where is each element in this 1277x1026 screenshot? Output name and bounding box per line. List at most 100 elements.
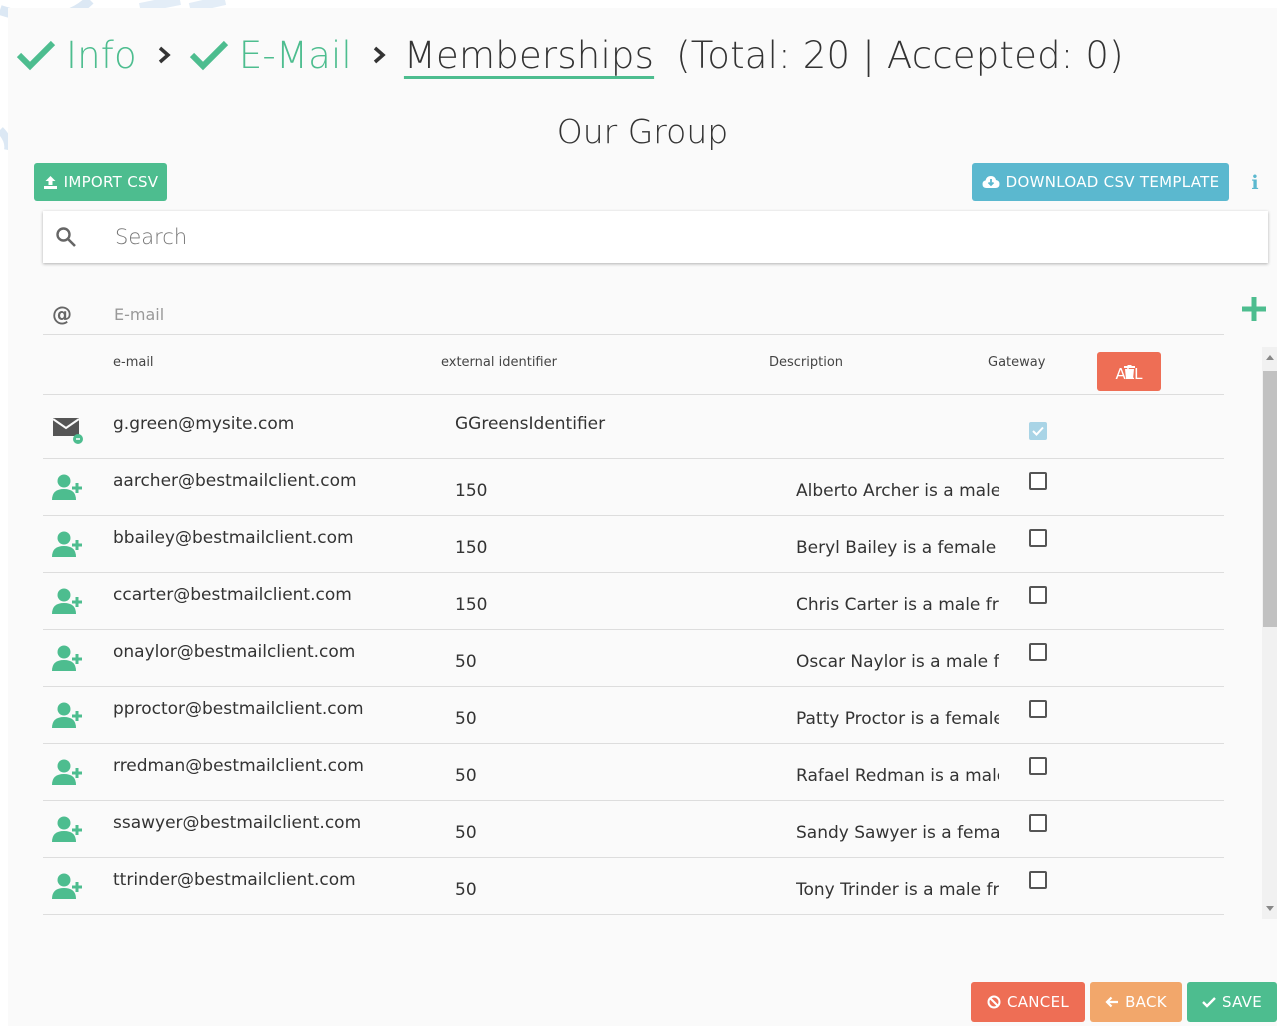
gateway-checkbox[interactable] — [1029, 757, 1047, 775]
upload-icon — [43, 175, 57, 189]
arrow-left-icon — [1105, 996, 1119, 1008]
download-csv-template-label: DOWNLOAD CSV TEMPLATE — [1005, 173, 1220, 191]
new-email-row: @ — [43, 298, 1224, 335]
add-user-icon — [52, 816, 82, 842]
search-input[interactable] — [113, 224, 1217, 250]
table-row: ssawyer@bestmailclient.com 50 Sandy Sawy… — [43, 801, 1224, 858]
member-external-identifier: 50 — [455, 880, 477, 900]
table-header: e-mail external identifier Description G… — [43, 342, 1224, 395]
cancel-button[interactable]: CANCEL — [971, 982, 1085, 1022]
member-email: ttrinder@bestmailclient.com — [113, 870, 356, 890]
gateway-checkbox[interactable] — [1029, 422, 1047, 440]
member-description: Alberto Archer is a male f — [796, 481, 999, 501]
scrollbar-thumb[interactable] — [1263, 371, 1277, 627]
import-csv-button[interactable]: IMPORT CSV — [34, 163, 167, 201]
member-email: g.green@mysite.com — [113, 414, 295, 434]
add-user-icon — [52, 702, 82, 728]
scroll-up-arrow-icon[interactable] — [1266, 355, 1274, 360]
add-user-icon — [52, 873, 82, 899]
memberships-panel: Info E-Mail Memberships (Total: 20 | Acc… — [8, 8, 1277, 1026]
breadcrumb-step-info[interactable]: Info — [16, 34, 137, 77]
member-email: ccarter@bestmailclient.com — [113, 585, 352, 605]
cancel-label: CANCEL — [1006, 993, 1070, 1011]
member-email: pproctor@bestmailclient.com — [113, 699, 364, 719]
add-user-icon — [52, 759, 82, 785]
member-description: Chris Carter is a male fror — [796, 595, 999, 615]
search-bar — [43, 211, 1268, 263]
gateway-checkbox[interactable] — [1029, 586, 1047, 604]
gateway-checkbox[interactable] — [1029, 472, 1047, 490]
member-external-identifier: 150 — [455, 481, 488, 501]
gateway-checkbox[interactable] — [1029, 529, 1047, 547]
member-external-identifier: GGreensIdentifier — [455, 414, 606, 434]
table-row: pproctor@bestmailclient.com 50 Patty Pro… — [43, 687, 1224, 744]
table-scrollbar[interactable] — [1262, 347, 1277, 919]
member-email: bbailey@bestmailclient.com — [113, 528, 354, 548]
info-icon[interactable]: i — [1247, 172, 1263, 194]
breadcrumb-step-label: E-Mail — [238, 33, 352, 77]
chevron-right-icon — [372, 45, 386, 65]
save-button[interactable]: SAVE — [1187, 982, 1277, 1022]
add-member-plus-icon[interactable] — [1241, 296, 1267, 322]
member-email: onaylor@bestmailclient.com — [113, 642, 356, 662]
gateway-checkbox[interactable] — [1029, 643, 1047, 661]
search-icon — [53, 226, 79, 248]
member-email: aarcher@bestmailclient.com — [113, 471, 357, 491]
gateway-checkbox[interactable] — [1029, 871, 1047, 889]
save-label: SAVE — [1221, 993, 1263, 1011]
table-row: rredman@bestmailclient.com 50 Rafael Red… — [43, 744, 1224, 801]
breadcrumb-step-label: Info — [66, 33, 137, 77]
table-row: aarcher@bestmailclient.com 150 Alberto A… — [43, 459, 1224, 516]
breadcrumb-current-step: Memberships — [403, 33, 655, 77]
member-email: rredman@bestmailclient.com — [113, 756, 364, 776]
breadcrumb: Info E-Mail Memberships (Total: 20 | Acc… — [16, 28, 1124, 82]
back-label: BACK — [1125, 993, 1167, 1011]
breadcrumb-step-email[interactable]: E-Mail — [189, 34, 352, 77]
member-email: ssawyer@bestmailclient.com — [113, 813, 362, 833]
gateway-checkbox[interactable] — [1029, 700, 1047, 718]
member-external-identifier: 50 — [455, 709, 477, 729]
member-description: Rafael Redman is a male — [796, 766, 999, 786]
import-csv-label: IMPORT CSV — [63, 173, 159, 191]
scroll-down-arrow-icon[interactable] — [1266, 906, 1274, 911]
add-user-icon — [52, 474, 82, 500]
membership-totals: (Total: 20 | Accepted: 0) — [676, 33, 1124, 77]
add-user-icon — [52, 588, 82, 614]
column-header-gateway: Gateway — [988, 355, 1046, 370]
table-row: ccarter@bestmailclient.com 150 Chris Car… — [43, 573, 1224, 630]
at-sign-icon: @ — [52, 302, 72, 326]
download-csv-template-button[interactable]: DOWNLOAD CSV TEMPLATE — [972, 163, 1229, 201]
table-row: bbailey@bestmailclient.com 150 Beryl Bai… — [43, 516, 1224, 573]
checkmark-icon — [189, 40, 228, 71]
checkmark-icon — [1032, 426, 1044, 436]
cloud-download-icon — [982, 176, 1000, 188]
back-button[interactable]: BACK — [1090, 982, 1182, 1022]
page-title: Our Group — [556, 112, 729, 151]
column-header-description: Description — [769, 355, 844, 370]
gateway-checkbox[interactable] — [1029, 814, 1047, 832]
ban-icon — [987, 995, 1001, 1009]
checkmark-icon — [16, 40, 56, 71]
member-external-identifier: 150 — [455, 538, 488, 558]
member-external-identifier: 50 — [455, 652, 477, 672]
member-description: Beryl Bailey is a female fr — [796, 538, 999, 558]
checkmark-icon — [1202, 997, 1216, 1008]
table-row: ttrinder@bestmailclient.com 50 Tony Trin… — [43, 858, 1224, 915]
delete-all-button[interactable]: ALL — [1097, 352, 1161, 391]
column-header-external-identifier: external identifier — [441, 355, 557, 370]
member-external-identifier: 150 — [455, 595, 488, 615]
add-user-icon — [52, 531, 82, 557]
column-header-email: e-mail — [113, 355, 154, 370]
member-external-identifier: 50 — [455, 766, 477, 786]
table-row: onaylor@bestmailclient.com 50 Oscar Nayl… — [43, 630, 1224, 687]
member-description: Sandy Sawyer is a female — [796, 823, 999, 843]
member-external-identifier: 50 — [455, 823, 477, 843]
add-user-icon — [52, 645, 82, 671]
delete-all-label: ALL — [1115, 365, 1143, 383]
members-table: e-mail external identifier Description G… — [43, 342, 1224, 915]
table-row: g.green@mysite.com GGreensIdentifier — [43, 402, 1224, 459]
envelope-icon — [52, 418, 83, 444]
member-description: Patty Proctor is a female ' — [796, 709, 999, 729]
new-email-input[interactable] — [112, 304, 1116, 325]
member-description: Tony Trinder is a male fro — [796, 880, 999, 900]
